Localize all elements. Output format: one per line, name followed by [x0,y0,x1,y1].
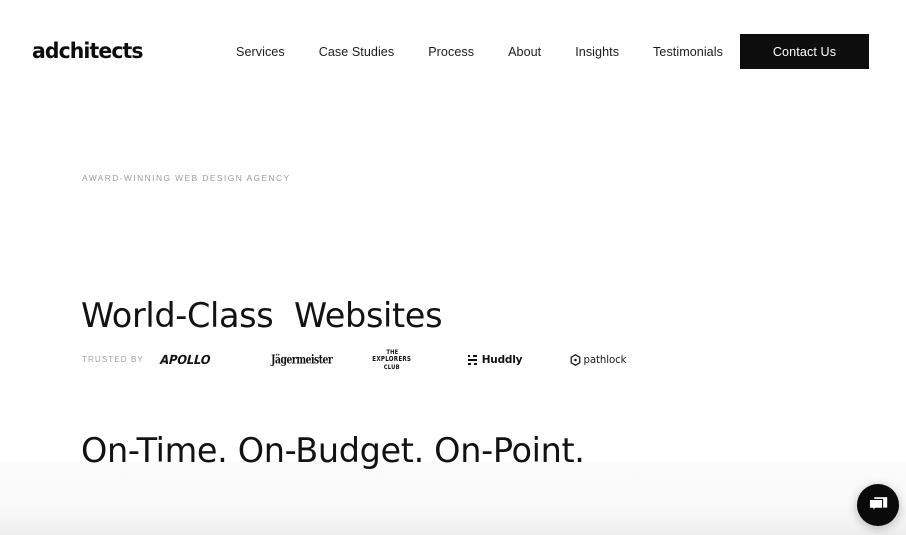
client-logo-pathlock: pathlock [552,338,644,382]
apollo-wordmark-text: APOLLO [158,351,212,367]
explorers-club-line-3: CLUB [383,363,401,371]
nav-item-testimonials[interactable]: Testimonials [636,44,740,60]
main-navigation: Services Case Studies Process About Insi… [228,44,740,60]
nav-item-process[interactable]: Process [411,44,491,60]
contact-us-button[interactable]: Contact Us [740,34,869,69]
huddly-dots-mark-icon [467,354,477,366]
pathlock-wordmark-text: pathlock [583,354,627,366]
client-logo-apollo: APOLLO [150,338,220,382]
site-header: adchitects Services Case Studies Process… [0,0,906,104]
nav-item-about[interactable]: About [491,44,558,60]
page-root: adchitects Services Case Studies Process… [0,0,906,535]
jagermeister-wordmark: Jägermeister [271,353,333,367]
huddly-wordmark: Huddly [467,354,523,366]
hero-headline-line-2: On-Time. On-Budget. On-Point. [81,431,585,470]
apollo-wordmark: APOLLO [158,351,212,367]
trusted-by-row: TRUSTED BY APOLLO Jägermeister THE EXPLO… [82,338,702,382]
client-logo-jagermeister: Jägermeister [257,338,347,382]
chat-bubbles-icon [868,496,887,513]
client-logo-huddly: Huddly [452,338,538,382]
hero-headline-line-1: World-Class Websites [81,296,443,335]
explorers-club-line-2: EXPLORERS [372,355,412,364]
hexagon-mark-icon [570,354,580,366]
nav-item-services[interactable]: Services [228,44,302,60]
pathlock-wordmark: pathlock [570,354,627,366]
nav-item-insights[interactable]: Insights [558,44,636,60]
hero-eyebrow: AWARD-WINNING WEB DESIGN AGENCY [82,173,291,183]
huddly-wordmark-text: Huddly [481,354,523,366]
client-logo-the-explorers-club: THE EXPLORERS CLUB [354,338,430,382]
nav-item-case-studies[interactable]: Case Studies [302,44,412,60]
chat-widget-button[interactable] [857,484,899,526]
brand-logo[interactable]: adchitects [32,41,144,62]
trusted-by-label: TRUSTED BY [82,355,144,364]
